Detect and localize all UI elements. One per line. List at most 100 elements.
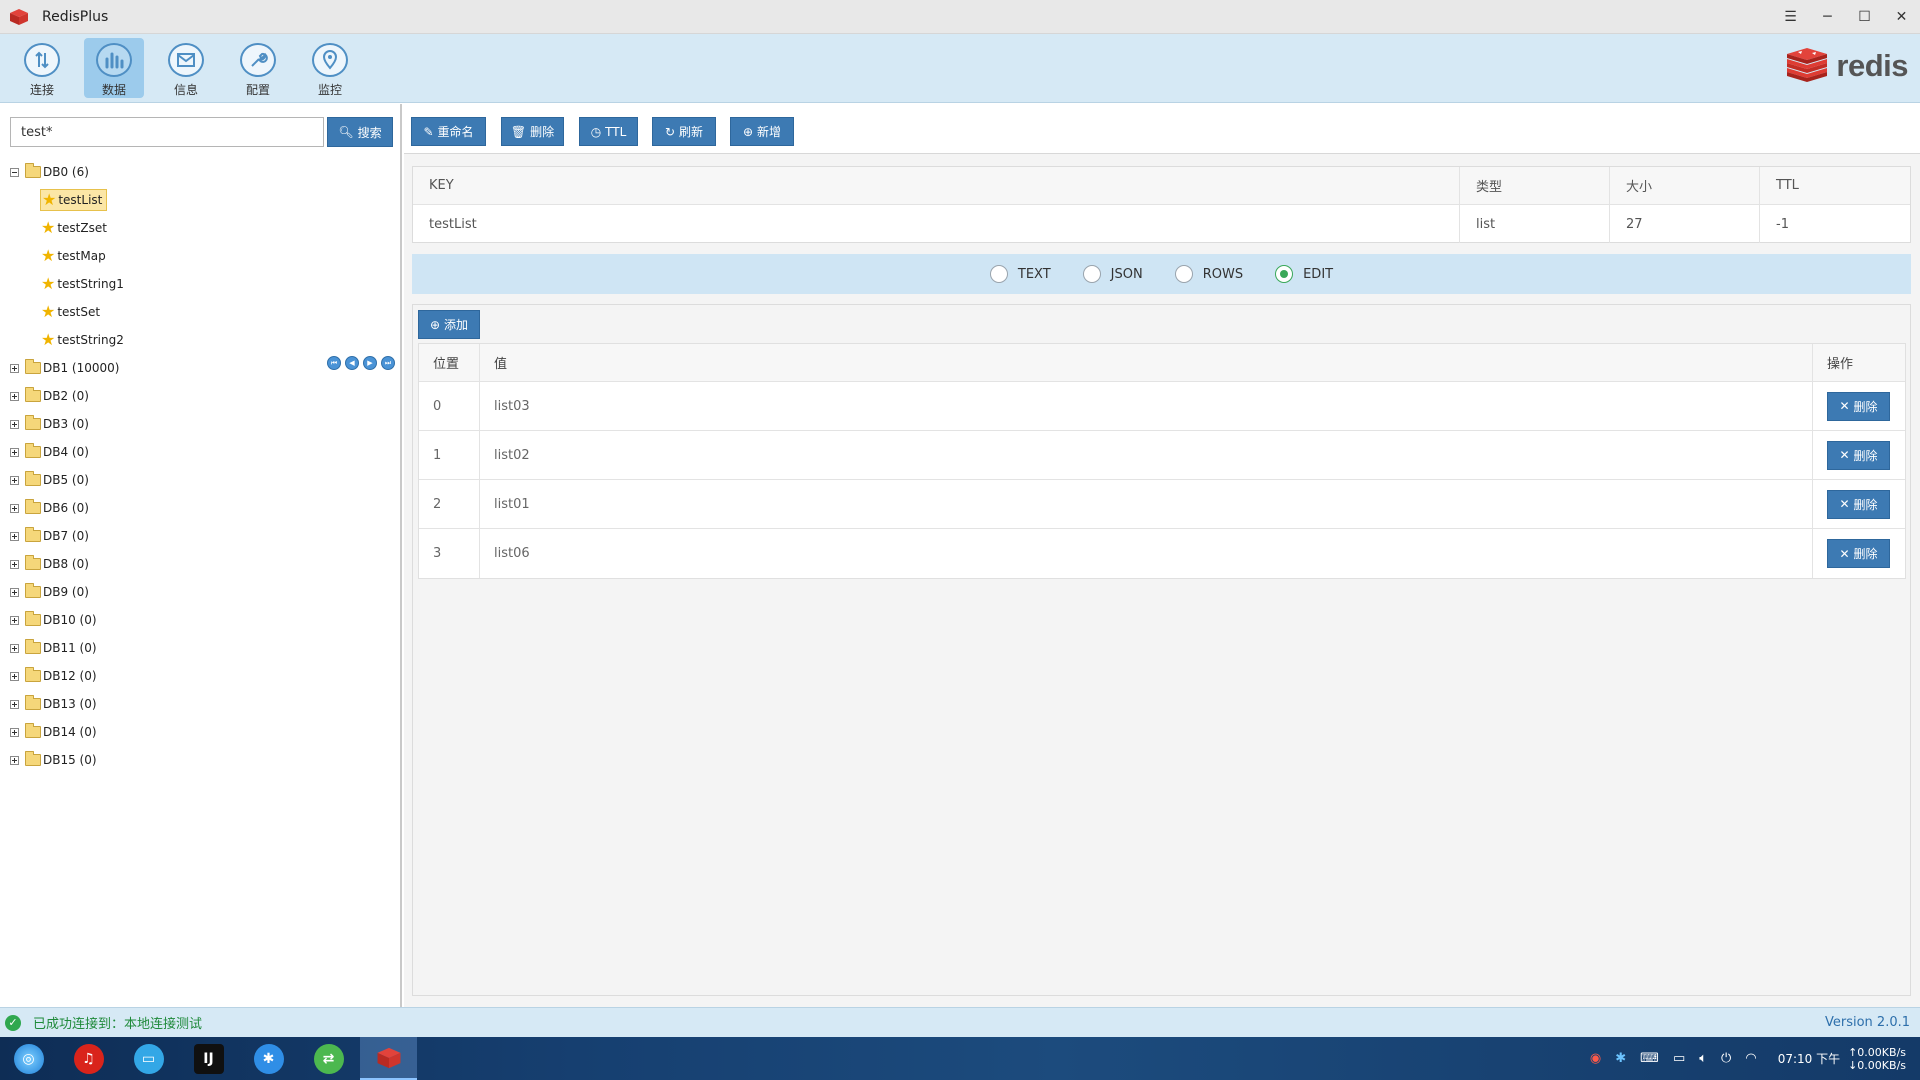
row-value[interactable]: list03 <box>480 382 1813 430</box>
os-taskbar: ◎ ♫ ▭ IJ ✱ ⇄ ◉ ✱ ⌨ ▭ 🔈︎ ⏻ ◠ 07:10 下午 ↑0.… <box>0 1037 1920 1080</box>
tree-key-testZset[interactable]: ★ testZset <box>41 217 107 239</box>
tree-node-db6[interactable]: DB6 (0) <box>10 497 89 519</box>
tree-key-testSet[interactable]: ★ testSet <box>41 301 100 323</box>
taskbar-launcher[interactable]: ◎ <box>0 1037 57 1080</box>
taskbar-app-redisplus[interactable] <box>360 1037 417 1080</box>
tree-node-db10[interactable]: DB10 (0) <box>10 609 97 631</box>
tree-node-db9[interactable]: DB9 (0) <box>10 581 89 603</box>
collapse-icon[interactable] <box>10 167 19 177</box>
delete-key-button[interactable]: 🗑︎ 删除 <box>501 117 564 146</box>
close-button[interactable]: ✕ <box>1883 0 1920 34</box>
tree-node-db14[interactable]: DB14 (0) <box>10 721 97 743</box>
tree-node-db0[interactable]: DB0 (6) <box>10 161 89 183</box>
radio-label: EDIT <box>1303 266 1334 282</box>
next-page-icon[interactable]: ▶ <box>363 356 377 370</box>
ttl-button[interactable]: ◷ TTL <box>579 117 638 146</box>
first-page-icon[interactable]: ⏮ <box>327 356 341 370</box>
wifi-tray-icon[interactable]: ◠ <box>1745 1051 1756 1066</box>
tree-node-db5[interactable]: DB5 (0) <box>10 469 89 491</box>
tree-node-db4[interactable]: DB4 (0) <box>10 441 89 463</box>
expand-icon[interactable] <box>10 727 19 737</box>
expand-icon[interactable] <box>10 391 19 401</box>
power-tray-icon[interactable]: ⏻ <box>1721 1051 1731 1066</box>
delete-row-button[interactable]: ✕ 删除 <box>1827 391 1890 421</box>
toolbar-data-button[interactable]: 数据 <box>84 38 144 98</box>
taskbar-app-5[interactable]: ⇄ <box>300 1037 357 1080</box>
search-button[interactable]: 🔍︎ 搜索 <box>327 117 393 147</box>
refresh-button[interactable]: ↻ 刷新 <box>652 117 716 146</box>
rename-button[interactable]: ✎ 重命名 <box>411 117 486 146</box>
maximize-button[interactable]: ☐ <box>1846 0 1883 34</box>
tree-node-db1[interactable]: DB1 (10000) <box>10 357 119 379</box>
prev-page-icon[interactable]: ◀ <box>345 356 359 370</box>
new-key-button[interactable]: ⊕ 新增 <box>730 117 794 146</box>
expand-icon[interactable] <box>10 447 19 457</box>
search-input[interactable] <box>10 117 324 147</box>
volume-tray-icon[interactable]: 🔈︎ <box>1699 1051 1707 1066</box>
add-item-button[interactable]: ⊕ 添加 <box>418 310 480 339</box>
tree-node-label: DB4 (0) <box>43 445 89 459</box>
tree-node-db2[interactable]: DB2 (0) <box>10 385 89 407</box>
tree-node-db12[interactable]: DB12 (0) <box>10 665 97 687</box>
battery-tray-icon[interactable]: ▭ <box>1673 1051 1685 1066</box>
star-icon: ★ <box>41 274 56 293</box>
expand-icon[interactable] <box>10 503 19 513</box>
network-speed: ↑0.00KB/s ↓0.00KB/s <box>1848 1046 1906 1072</box>
expand-icon[interactable] <box>10 671 19 681</box>
delete-row-button[interactable]: ✕ 删除 <box>1827 489 1890 519</box>
taskbar-app-3[interactable]: IJ <box>180 1037 237 1080</box>
weibo-tray-icon[interactable]: ◉ <box>1590 1051 1601 1066</box>
radio-text[interactable]: TEXT <box>989 265 1051 283</box>
last-page-icon[interactable]: ⏭ <box>381 356 395 370</box>
radio-rows[interactable]: ROWS <box>1174 265 1244 283</box>
tray-clock[interactable]: 07:10 下午 <box>1778 1050 1840 1067</box>
db1-pager: ⏮ ◀ ▶ ⏭ <box>327 356 395 370</box>
delete-row-button[interactable]: ✕ 删除 <box>1827 440 1890 470</box>
minimize-button[interactable]: ─ <box>1809 0 1846 34</box>
tree-key-testString2[interactable]: ★ testString2 <box>41 329 124 351</box>
header-position: 位置 <box>419 344 480 381</box>
toolbar-info-button[interactable]: 信息 <box>156 38 216 98</box>
radio-label: ROWS <box>1202 266 1244 282</box>
expand-icon[interactable] <box>10 699 19 709</box>
expand-icon[interactable] <box>10 559 19 569</box>
radio-edit[interactable]: EDIT <box>1275 265 1333 283</box>
delete-row-label: 删除 <box>1853 448 1878 463</box>
toolbar-connect-button[interactable]: 连接 <box>12 38 72 98</box>
tree-node-label: DB2 (0) <box>43 389 89 403</box>
expand-icon[interactable] <box>10 475 19 485</box>
expand-icon[interactable] <box>10 755 19 765</box>
expand-icon[interactable] <box>10 363 19 373</box>
expand-icon[interactable] <box>10 587 19 597</box>
row-value[interactable]: list02 <box>480 431 1813 479</box>
delete-row-button[interactable]: ✕ 删除 <box>1827 539 1890 568</box>
expand-icon[interactable] <box>10 643 19 653</box>
tree-node-db11[interactable]: DB11 (0) <box>10 637 97 659</box>
expand-icon[interactable] <box>10 531 19 541</box>
expand-icon[interactable] <box>10 615 19 625</box>
tree-node-db15[interactable]: DB15 (0) <box>10 749 97 771</box>
tree-key-testString1[interactable]: ★ testString1 <box>41 273 124 295</box>
tree-node-label: DB10 (0) <box>43 613 97 627</box>
tree-node-db3[interactable]: DB3 (0) <box>10 413 89 435</box>
expand-icon[interactable] <box>10 419 19 429</box>
tree-key-testMap[interactable]: ★ testMap <box>41 245 106 267</box>
toolbar-monitor-button[interactable]: 监控 <box>300 38 360 98</box>
row-value[interactable]: list06 <box>480 529 1813 578</box>
radio-json[interactable]: JSON <box>1082 265 1143 283</box>
tree-node-db7[interactable]: DB7 (0) <box>10 525 89 547</box>
menu-icon[interactable]: ☰ <box>1772 0 1809 34</box>
taskbar-app-4[interactable]: ✱ <box>240 1037 297 1080</box>
toolbar-config-button[interactable]: 配置 <box>228 38 288 98</box>
toolbar-config-label: 配置 <box>245 83 270 97</box>
taskbar-app-1[interactable]: ♫ <box>60 1037 117 1080</box>
taskbar-app-2[interactable]: ▭ <box>120 1037 177 1080</box>
data-chart-icon <box>96 43 132 77</box>
keyboard-tray-icon[interactable]: ⌨ <box>1640 1051 1659 1066</box>
row-value[interactable]: list01 <box>480 480 1813 528</box>
row-ops: ✕ 删除 <box>1813 529 1905 578</box>
tree-key-testList[interactable]: ★ testList <box>40 189 108 211</box>
tree-node-db8[interactable]: DB8 (0) <box>10 553 89 575</box>
bluetooth-tray-icon[interactable]: ✱ <box>1615 1051 1626 1066</box>
tree-node-db13[interactable]: DB13 (0) <box>10 693 97 715</box>
